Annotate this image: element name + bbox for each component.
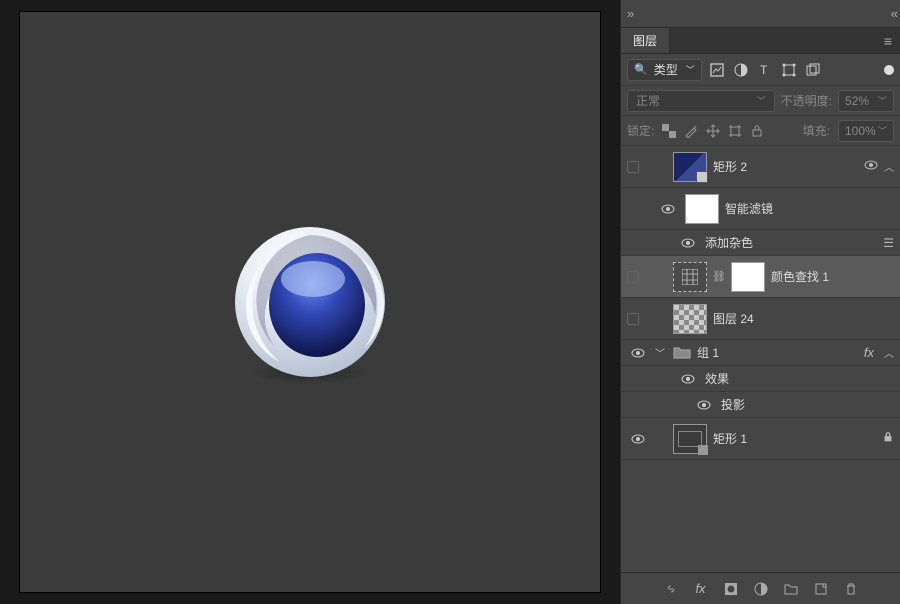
blend-row: 正常 ﹀ 不透明度: 52% ﹀ [621,86,900,116]
filter-type-icon[interactable]: T [756,61,774,79]
layer-thumbnail[interactable] [673,304,707,334]
layer-row[interactable]: 矩形 2 ︿ [621,146,900,188]
svg-text:T: T [760,63,768,77]
panel-collapse-bar[interactable]: » « [621,0,900,28]
panel-menu-icon[interactable]: ≡ [876,33,900,49]
layers-tab-label: 图层 [633,32,657,49]
layer-name: 效果 [705,370,894,387]
delete-layer-icon[interactable] [843,581,859,597]
expand-up-icon[interactable]: ︿ [884,345,894,360]
new-adjustment-icon[interactable] [753,581,769,597]
visibility-toggle[interactable] [693,400,715,410]
expand-toggle[interactable]: ﹀ [655,345,667,360]
lock-all-icon[interactable] [750,124,764,138]
chevron-down-icon: ﹀ [757,94,766,107]
blend-mode-label: 正常 [636,92,660,109]
expand-up-icon[interactable]: ︿ [884,159,894,174]
opacity-label: 不透明度: [781,92,832,109]
link-layers-icon[interactable] [663,581,679,597]
layer-row-selected[interactable]: ⛓ 颜色查找 1 [621,256,900,298]
collapse-right-icon: « [891,6,894,21]
chevron-down-icon: ﹀ [686,63,695,76]
layer-name[interactable]: 组 1 [697,344,858,361]
layer-name[interactable]: 矩形 1 [713,430,876,447]
c4d-logo [225,217,395,387]
layer-thumbnail[interactable] [673,424,707,454]
checkbox[interactable] [627,271,639,283]
smart-filter-row[interactable]: 智能滤镜 [621,188,900,230]
filter-shape-icon[interactable] [780,61,798,79]
filter-mask-thumbnail[interactable] [685,194,719,224]
layer-name[interactable]: 图层 24 [713,310,894,327]
panel-tabs: 图层 ≡ [621,28,900,54]
lock-icon[interactable] [882,431,894,446]
checkbox[interactable] [627,161,639,173]
opacity-value: 52% [845,94,869,108]
lock-row: 锁定: 填充: 100% ﹀ [621,116,900,146]
new-group-icon[interactable] [783,581,799,597]
filter-toggle-icon[interactable] [884,65,894,75]
layer-row[interactable]: 图层 24 [621,298,900,340]
effect-item-row[interactable]: 投影 [621,392,900,418]
canvas-area[interactable] [0,0,620,604]
chevron-down-icon: ﹀ [878,124,887,137]
lock-label: 锁定: [627,122,654,139]
filter-row: 🔍 类型 ﹀ T [621,54,900,86]
filter-item-row[interactable]: 添加杂色 ☰ [621,230,900,256]
layer-row[interactable]: 矩形 1 [621,418,900,460]
layers-tab[interactable]: 图层 [621,28,670,53]
fill-value: 100% [845,124,876,138]
lock-transparency-icon[interactable] [662,124,676,138]
layer-name[interactable]: 颜色查找 1 [771,268,894,285]
layer-list: 矩形 2 ︿ 智能滤镜 添加杂色 ☰ ⛓ 颜色查找 1 [621,146,900,572]
filter-options-icon[interactable]: ☰ [883,236,894,250]
layers-panel: » « 图层 ≡ 🔍 类型 ﹀ T 正常 ﹀ 不透明度: 52% ﹀ 锁定: [620,0,900,604]
lock-position-icon[interactable] [706,124,720,138]
link-icon[interactable]: ⛓ [713,270,725,283]
effects-row[interactable]: 效果 [621,366,900,392]
checkbox[interactable] [627,313,639,325]
visibility-toggle[interactable] [677,238,699,248]
fill-input[interactable]: 100% ﹀ [838,120,894,142]
blend-mode-dropdown[interactable]: 正常 ﹀ [627,90,775,112]
collapse-left-icon: » [627,6,630,21]
mask-thumbnail[interactable] [731,262,765,292]
filter-smartobject-icon[interactable] [804,61,822,79]
layer-name[interactable]: 矩形 2 [713,158,858,175]
layer-name[interactable]: 添加杂色 [705,234,877,251]
add-mask-icon[interactable] [723,581,739,597]
type-filter-dropdown[interactable]: 🔍 类型 ﹀ [627,59,702,81]
layer-name[interactable]: 投影 [721,396,894,413]
visibility-toggle[interactable] [627,434,649,444]
fx-badge[interactable]: fx [864,345,874,360]
chevron-down-icon: ﹀ [878,94,887,107]
layer-name: 智能滤镜 [725,200,894,217]
new-layer-icon[interactable] [813,581,829,597]
visibility-toggle[interactable] [627,348,649,358]
adjustment-thumbnail[interactable] [673,262,707,292]
group-row[interactable]: ﹀ 组 1 fx ︿ [621,340,900,366]
lock-pixels-icon[interactable] [684,124,698,138]
visibility-toggle[interactable] [677,374,699,384]
visibility-toggle[interactable] [657,204,679,214]
layer-actions-bar: fx [621,572,900,604]
layer-style-icon[interactable]: fx [693,581,709,597]
type-filter-label: 类型 [654,61,678,78]
search-icon: 🔍 [634,63,648,76]
fill-label: 填充: [803,122,830,139]
smart-filter-visibility-icon[interactable] [864,158,878,175]
layer-thumbnail[interactable] [673,152,707,182]
lock-artboard-icon[interactable] [728,124,742,138]
folder-icon [673,346,691,360]
filter-pixel-icon[interactable] [708,61,726,79]
opacity-input[interactable]: 52% ﹀ [838,90,894,112]
filter-adjustment-icon[interactable] [732,61,750,79]
artboard [20,12,600,592]
